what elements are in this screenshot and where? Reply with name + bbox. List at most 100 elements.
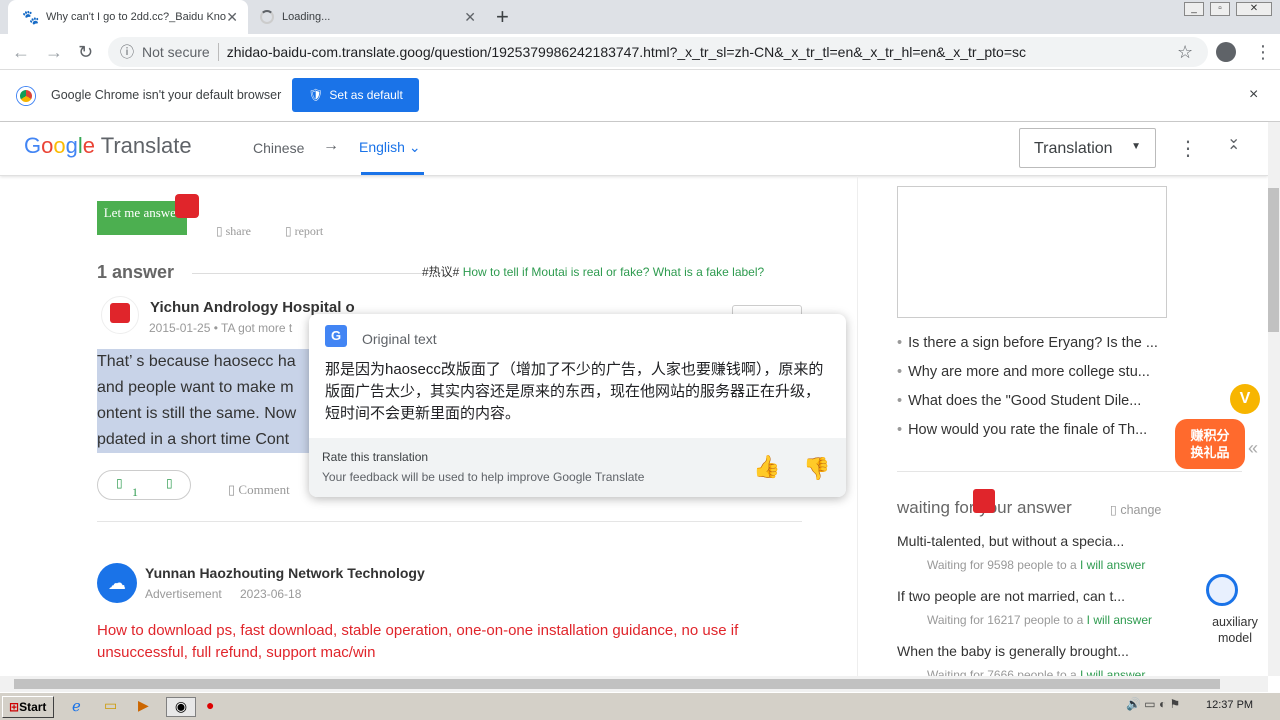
thumbs-down-icon[interactable]: 👎 (803, 456, 830, 482)
answer-link[interactable]: I will answer (1080, 668, 1145, 676)
like-count: 1 (132, 485, 138, 499)
advertiser-name[interactable]: Yunnan Haozhouting Network Technology (145, 565, 425, 581)
related-question[interactable]: How would you rate the finale of Th... (897, 422, 1167, 438)
chevron-down-icon: ⌄ (408, 139, 421, 155)
separator (217, 43, 219, 61)
set-default-button[interactable]: 🛡 Set as default (292, 78, 419, 112)
collapse-icon[interactable]: ⌄ ⌃ (1227, 131, 1240, 161)
default-browser-infobar: Google Chrome isn't your default browser… (0, 70, 1280, 122)
browser-toolbar: ← → ↻ ⓘ Not secure zhidao-baidu-com.tran… (0, 34, 1280, 70)
divider (192, 273, 422, 274)
pending-question[interactable]: If two people are not married, can t... (897, 588, 1152, 604)
target-language-underline (361, 172, 424, 175)
popup-footer: Rate this translation Your feedback will… (309, 438, 846, 497)
rate-label: Rate this translation (322, 450, 429, 464)
question-meta: Waiting for 7666 people to a I will answ… (927, 668, 1145, 676)
arrow-right-icon: → (323, 137, 339, 154)
reload-icon[interactable]: ↻ (78, 42, 93, 63)
minimize-button[interactable]: _ (1184, 2, 1204, 16)
media-player-icon[interactable]: ▶ (138, 697, 149, 717)
auxiliary-model-icon[interactable] (1206, 574, 1238, 606)
popup-header: Original text (362, 331, 437, 347)
broken-image (897, 186, 1167, 318)
shield-icon: 🛡 (308, 88, 324, 102)
column-divider (857, 176, 858, 676)
windows-taskbar: ⊞Start ℯ ▭ ▶ ◉ ● 🔊 ▭ ◐ ⚑ 12:37 PM (0, 692, 1280, 720)
profile-icon[interactable] (1216, 42, 1236, 62)
red-envelope-icon (175, 194, 199, 218)
answer-meta: 2015-01-25 • TA got more t (149, 321, 293, 335)
red-envelope-icon (973, 489, 995, 513)
like-icon[interactable]: ▯ (116, 476, 123, 491)
close-infobar-icon[interactable]: × (1249, 86, 1258, 104)
start-button[interactable]: ⊞Start (2, 696, 54, 718)
tab-loading[interactable]: Loading... ✕ (248, 0, 486, 34)
ad-date: 2023-06-18 (240, 587, 302, 601)
comment-button[interactable]: ▯ Comment (228, 482, 290, 498)
author-avatar[interactable] (101, 296, 139, 334)
points-badge[interactable]: 赚积分 换礼品 (1175, 419, 1245, 469)
tab-baidu[interactable]: 🐾 Why can't I go to 2dd.cc?_Baidu Kno ✕ (8, 0, 248, 34)
url-text: zhidao-baidu-com.translate.goog/question… (226, 44, 1027, 60)
ad-label: Advertisement (145, 587, 222, 601)
thumbs-up-icon[interactable]: 👍 (753, 454, 780, 480)
hot-topic-link[interactable]: #热议# How to tell if Moutai is real or fa… (422, 263, 764, 280)
forward-icon[interactable]: → (45, 42, 63, 63)
address-bar[interactable]: ⓘ Not secure zhidao-baidu-com.translate.… (108, 37, 1208, 67)
related-question[interactable]: Is there a sign before Eryang? Is the ..… (897, 335, 1167, 351)
chrome-logo-icon (17, 87, 35, 105)
expand-icon[interactable]: « (1248, 438, 1258, 459)
target-language[interactable]: English ⌄ (359, 139, 421, 156)
pending-question[interactable]: When the baby is generally brought... (897, 643, 1152, 659)
dislike-icon[interactable]: ▯ (166, 476, 173, 491)
original-text-popup: G Original text 那是因为haosecc改版面了（增加了不少的广告… (309, 314, 846, 497)
infobar-message: Google Chrome isn't your default browser (51, 88, 282, 102)
close-tab-icon[interactable]: ✕ (464, 9, 476, 26)
chrome-taskbar-icon[interactable]: ◉ (166, 697, 196, 717)
folder-icon[interactable]: ▭ (104, 697, 117, 717)
question-meta: Waiting for 16217 people to a I will ans… (927, 613, 1153, 627)
back-icon[interactable]: ← (12, 42, 30, 63)
ie-icon[interactable]: ℯ (72, 697, 81, 717)
related-question[interactable]: Why are more and more college stu... (897, 364, 1167, 380)
close-window-button[interactable]: ✕ (1236, 2, 1272, 16)
menu-dots-icon[interactable]: ⋮ (1254, 42, 1272, 63)
info-icon[interactable]: ⓘ (120, 42, 134, 62)
ad-text-link[interactable]: How to download ps, fast download, stabl… (97, 620, 807, 664)
vote-box: ▯ 1 ▯ (97, 470, 191, 500)
translation-mode-select[interactable]: Translation ▼ (1019, 128, 1156, 168)
horizontal-scroll-thumb[interactable] (14, 679, 1220, 689)
answer-link[interactable]: I will answer (1080, 558, 1145, 572)
maximize-button[interactable]: ▫ (1210, 2, 1230, 16)
answer-count: 1 answer (97, 262, 175, 282)
feedback-note: Your feedback will be used to help impro… (322, 470, 645, 484)
vertical-scroll-thumb[interactable] (1268, 188, 1279, 332)
tab-title: Loading... (282, 11, 331, 23)
vip-icon[interactable]: V (1230, 384, 1260, 414)
change-button[interactable]: ▯ change (1110, 502, 1161, 517)
new-tab-button[interactable]: + (496, 4, 509, 30)
system-tray-icons[interactable]: 🔊 ▭ ◐ ⚑ (1126, 697, 1208, 717)
advertiser-avatar[interactable]: ☁ (97, 563, 137, 603)
bookmark-star-icon[interactable]: ☆ (1177, 42, 1193, 63)
windows-flag-icon: ⊞ (9, 700, 20, 714)
tab-strip: 🐾 Why can't I go to 2dd.cc?_Baidu Kno ✕ … (0, 0, 1280, 34)
report-link[interactable]: ▯ report (285, 224, 323, 239)
security-label: Not secure (142, 44, 210, 60)
google-translate-logo[interactable]: Google Translate (24, 133, 192, 159)
source-language[interactable]: Chinese (253, 140, 304, 156)
baidu-paw-icon: 🐾 (22, 9, 40, 25)
related-question[interactable]: What does the "Good Student Dile... (897, 393, 1167, 409)
let-me-answer-button[interactable]: Let me answer (97, 201, 187, 235)
share-link[interactable]: ▯ share (216, 224, 251, 239)
pending-question[interactable]: Multi-talented, but without a specia... (897, 533, 1152, 549)
stop-icon[interactable]: ● (206, 697, 214, 717)
answer-link[interactable]: I will answer (1087, 613, 1152, 627)
question-meta: Waiting for 9598 people to a I will answ… (927, 558, 1146, 572)
loading-spinner-icon (260, 10, 274, 24)
more-options-icon[interactable]: ⋮ (1178, 136, 1198, 161)
auxiliary-model-label[interactable]: auxiliary model (1205, 614, 1265, 646)
divider (897, 471, 1242, 472)
clock: 12:37 PM (1206, 699, 1254, 711)
close-tab-icon[interactable]: ✕ (226, 9, 238, 26)
